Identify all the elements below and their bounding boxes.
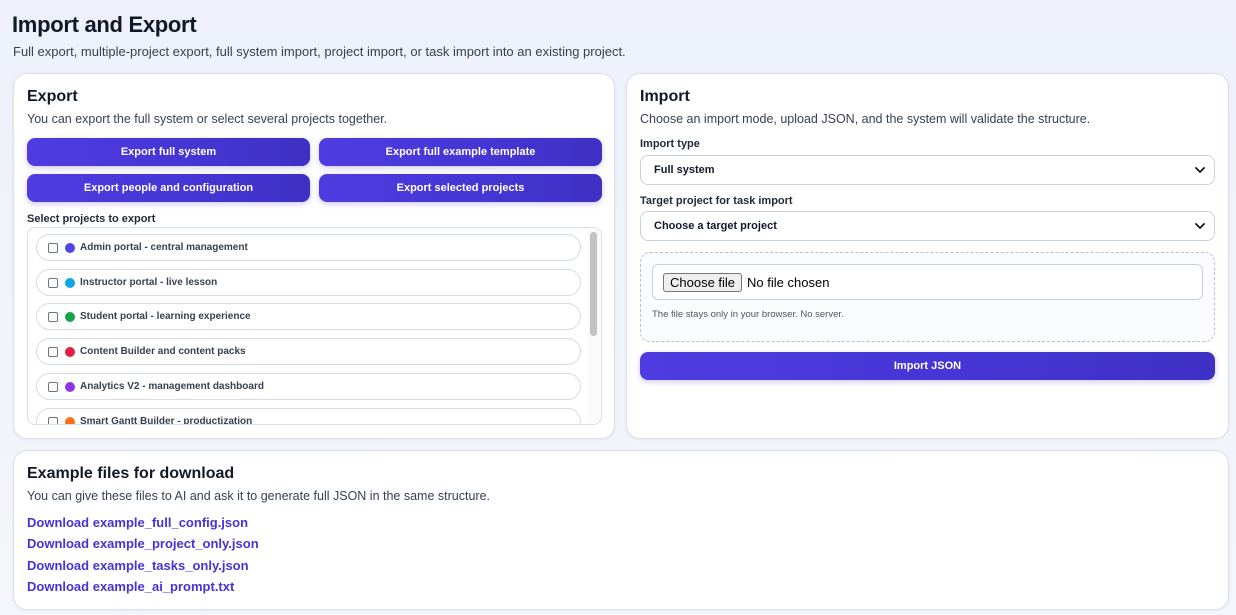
project-name: Smart Gantt Builder - productization <box>80 416 253 425</box>
import-type-value: Full system <box>654 164 715 176</box>
import-json-button[interactable]: Import JSON <box>640 352 1215 380</box>
project-checkbox[interactable] <box>48 277 58 288</box>
project-name: Student portal - learning experience <box>80 311 251 322</box>
export-title: Export <box>27 88 78 105</box>
project-checkbox[interactable] <box>48 381 58 392</box>
export-full-system-button[interactable]: Export full system <box>27 138 310 166</box>
project-name: Admin portal - central management <box>80 242 248 253</box>
download-link-ai-prompt[interactable]: Download example_ai_prompt.txt <box>27 579 234 594</box>
project-list-scrollbar[interactable] <box>588 229 600 423</box>
file-input[interactable]: Choose file No file chosen <box>652 264 1203 300</box>
project-item[interactable]: Smart Gantt Builder - productization <box>36 408 581 425</box>
chevron-down-icon <box>1195 167 1205 173</box>
project-checkbox[interactable] <box>48 311 58 322</box>
export-selected-projects-button[interactable]: Export selected projects <box>319 174 602 202</box>
project-color-dot <box>65 346 75 357</box>
project-item[interactable]: Student portal - learning experience <box>36 303 581 330</box>
import-type-label: Import type <box>640 138 700 150</box>
project-item[interactable]: Analytics V2 - management dashboard <box>36 373 581 400</box>
examples-title: Example files for download <box>27 465 235 482</box>
file-dropzone[interactable]: Choose file No file chosen The file stay… <box>640 252 1215 342</box>
project-item[interactable]: Instructor portal - live lesson <box>36 269 581 296</box>
select-projects-label: Select projects to export <box>27 213 156 225</box>
examples-card: Example files for download You can give … <box>13 450 1229 610</box>
import-card: Import Choose an import mode, upload JSO… <box>626 73 1229 439</box>
project-name: Instructor portal - live lesson <box>80 277 218 288</box>
download-link-tasks-only[interactable]: Download example_tasks_only.json <box>27 558 249 573</box>
export-description: You can export the full system or select… <box>27 112 388 126</box>
project-item[interactable]: Content Builder and content packs <box>36 338 581 365</box>
project-color-dot <box>65 311 75 322</box>
project-checkbox[interactable] <box>48 416 58 424</box>
project-color-dot <box>65 416 75 424</box>
target-project-value: Choose a target project <box>654 220 777 232</box>
chevron-down-icon <box>1195 223 1205 229</box>
project-checkbox[interactable] <box>48 242 58 253</box>
scrollbar-thumb[interactable] <box>590 232 597 336</box>
file-note: The file stays only in your browser. No … <box>652 309 844 320</box>
project-color-dot <box>65 277 75 288</box>
page-subtitle: Full export, multiple-project export, fu… <box>13 44 626 59</box>
file-status: No file chosen <box>747 274 830 290</box>
project-color-dot <box>65 381 75 392</box>
page-title: Import and Export <box>12 12 197 37</box>
choose-file-button[interactable]: Choose file <box>663 272 743 292</box>
import-title: Import <box>640 88 690 105</box>
download-link-full-config[interactable]: Download example_full_config.json <box>27 515 248 530</box>
project-checkbox[interactable] <box>48 346 58 357</box>
import-type-select[interactable]: Full system <box>640 155 1215 185</box>
target-project-label: Target project for task import <box>640 195 793 207</box>
project-name: Analytics V2 - management dashboard <box>80 381 264 392</box>
export-full-template-button[interactable]: Export full example template <box>319 138 602 166</box>
examples-description: You can give these files to AI and ask i… <box>27 489 490 503</box>
export-card: Export You can export the full system or… <box>13 73 615 439</box>
import-description: Choose an import mode, upload JSON, and … <box>640 112 1091 126</box>
target-project-select[interactable]: Choose a target project <box>640 211 1215 241</box>
project-list[interactable]: Admin portal - central management Instru… <box>27 227 602 425</box>
project-name: Content Builder and content packs <box>80 346 246 357</box>
project-color-dot <box>65 242 75 253</box>
export-people-config-button[interactable]: Export people and configuration <box>27 174 310 202</box>
download-link-project-only[interactable]: Download example_project_only.json <box>27 536 259 551</box>
project-item[interactable]: Admin portal - central management <box>36 234 581 261</box>
